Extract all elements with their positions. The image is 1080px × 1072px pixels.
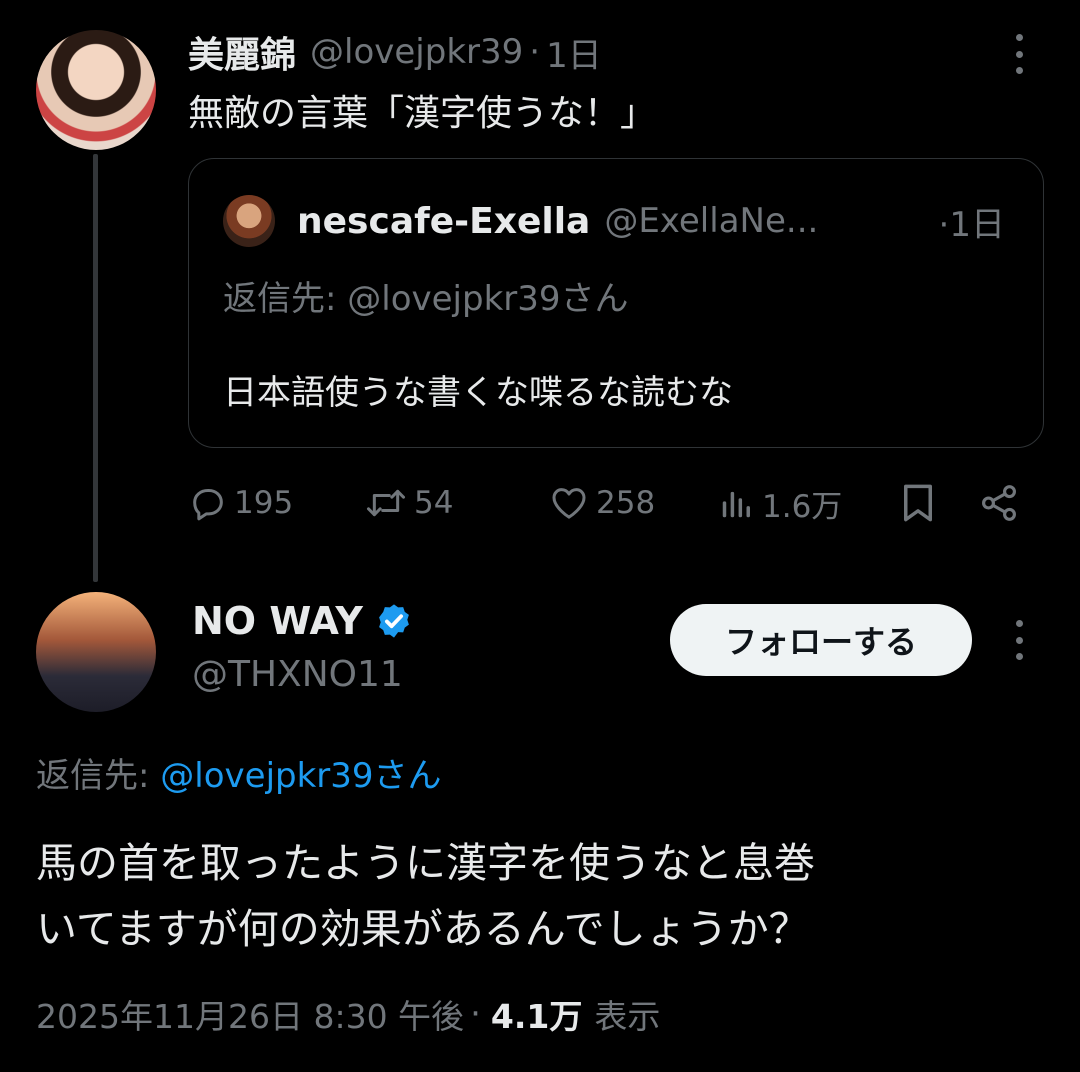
quoted-text: 日本語使うな書くな喋るな読むな: [223, 373, 733, 413]
views-label: 表示: [594, 997, 661, 1036]
analytics-icon: [722, 491, 750, 518]
verified-badge-icon: [378, 604, 409, 638]
reply-button[interactable]: 195: [188, 478, 293, 528]
share-button[interactable]: [978, 478, 1020, 528]
quoted-display-name: nescafe-Exella: [297, 200, 591, 242]
share-icon: [982, 485, 1016, 521]
like-button[interactable]: 258: [548, 478, 655, 528]
reply-to-line: 返信先: @lovejpkr39さん: [36, 748, 442, 797]
tweet-time[interactable]: 1日: [546, 28, 602, 77]
quoted-avatar: [223, 195, 275, 247]
reply-count: 195: [234, 485, 294, 521]
heart-icon: [552, 488, 586, 519]
views-count: 4.1万: [490, 997, 583, 1036]
separator-dot: ·: [470, 994, 481, 1034]
retweet-icon: [367, 489, 405, 517]
tweet-text: 無敵の言葉「漢字使うな！」: [188, 93, 657, 134]
tweet-text-line: 馬の首を取ったように漢字を使うなと息巻: [36, 839, 815, 887]
tweet-text: 馬の首を取ったように漢字を使うなと息巻 いてますが何の効果があるんでしょうか？: [36, 830, 815, 962]
views-button[interactable]: 1.6万: [718, 478, 842, 528]
bookmark-button[interactable]: [900, 478, 936, 528]
user-handle[interactable]: @lovejpkr39: [310, 32, 523, 72]
tweet-thread: 美麗錦 @lovejpkr39 · 1日 無敵の言葉「漢字使うな！」 nesca…: [0, 0, 1080, 1072]
retweet-button[interactable]: 54: [364, 478, 453, 528]
display-name[interactable]: NO WAY: [192, 599, 363, 643]
thread-connector-line: [93, 154, 98, 582]
reply-tweet-header: NO WAY: [192, 598, 413, 644]
more-options-icon[interactable]: [1014, 620, 1024, 660]
tweet-meta: 2025年11月26日 8:30 午後 · 4.1万 表示: [36, 990, 660, 1038]
quoted-header: nescafe-Exella @ExellaNe...: [297, 197, 818, 245]
bookmark-icon: [904, 484, 932, 522]
tweet-text-line: いてますが何の効果があるんでしょうか？: [36, 905, 810, 953]
action-bar: 195 54 258 1.6万: [188, 478, 1048, 528]
parent-tweet-header: 美麗錦 @lovejpkr39 · 1日: [188, 28, 602, 77]
display-name[interactable]: 美麗錦: [188, 26, 296, 78]
quoted-reply-to: 返信先: @lovejpkr39さん: [223, 279, 629, 319]
mention-link[interactable]: @lovejpkr39さん: [160, 756, 441, 796]
user-handle[interactable]: @THXNO11: [192, 654, 403, 695]
like-count: 258: [596, 485, 656, 521]
quoted-handle: @ExellaNe...: [604, 201, 819, 241]
timestamp[interactable]: 2025年11月26日 8:30 午後: [36, 990, 464, 1038]
separator-dot: ·: [529, 32, 541, 72]
more-options-icon[interactable]: [1014, 34, 1024, 74]
quoted-time: ·1日: [938, 204, 1005, 245]
avatar[interactable]: [36, 30, 156, 150]
quoted-tweet-card[interactable]: nescafe-Exella @ExellaNe... ·1日 返信先: @lo…: [188, 158, 1044, 448]
avatar[interactable]: [36, 592, 156, 712]
retweet-count: 54: [414, 485, 454, 521]
views-count: 1.6万: [762, 488, 843, 525]
follow-button[interactable]: フォローする: [670, 604, 972, 676]
reply-icon: [193, 489, 223, 521]
reply-to-label: 返信先:: [36, 756, 150, 796]
